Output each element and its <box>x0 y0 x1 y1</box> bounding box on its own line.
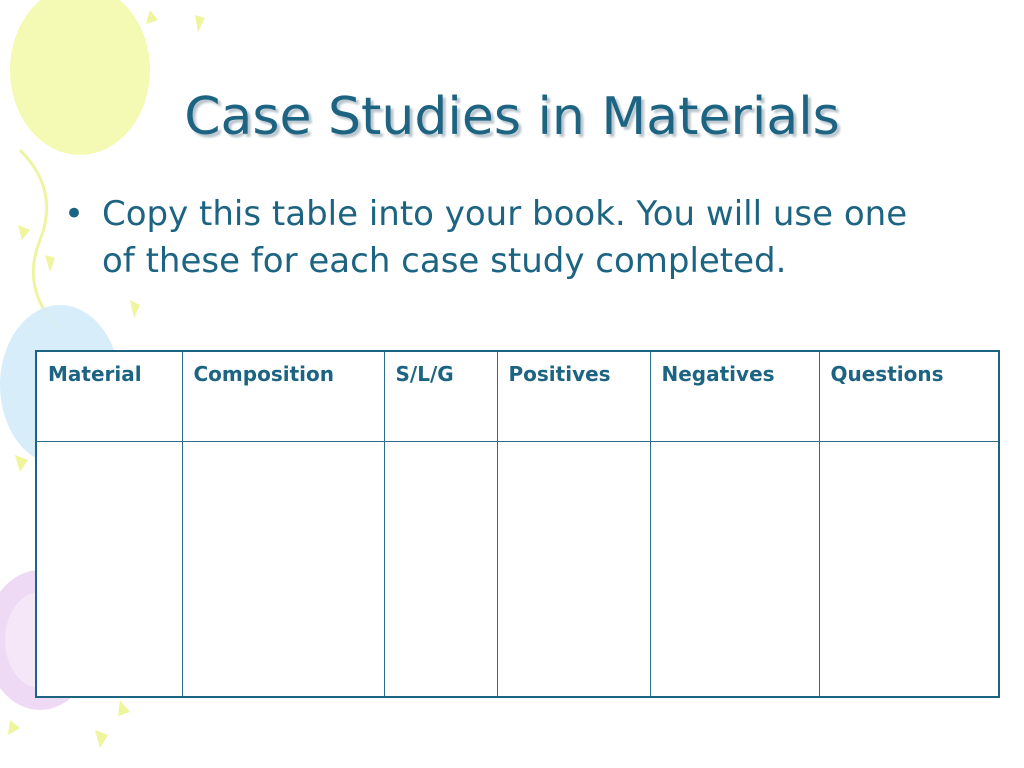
slide-title: Case Studies in Materials <box>184 87 840 147</box>
table-cell-state <box>383 440 498 698</box>
table-cell-material <box>35 440 183 698</box>
column-header-state: S/L/G <box>383 350 498 442</box>
column-header-material: Material <box>35 350 183 442</box>
table-row <box>35 440 1000 698</box>
table-header-row: Material Composition S/L/G Positives Neg… <box>35 350 1000 442</box>
case-study-table: Material Composition S/L/G Positives Neg… <box>35 350 1000 698</box>
table-cell-composition <box>181 440 385 698</box>
bullet-text: Copy this table into your book. You will… <box>102 194 908 281</box>
bullet-item: • Copy this table into your book. You wi… <box>64 191 924 285</box>
column-header-questions: Questions <box>818 350 1000 442</box>
bullet-icon: • <box>64 194 85 234</box>
column-header-positives: Positives <box>496 350 651 442</box>
column-header-composition: Composition <box>181 350 385 442</box>
column-header-negatives: Negatives <box>649 350 820 442</box>
table-cell-positives <box>496 440 651 698</box>
bullet-list: • Copy this table into your book. You wi… <box>64 191 924 285</box>
table-cell-negatives <box>649 440 820 698</box>
table-cell-questions <box>818 440 1000 698</box>
